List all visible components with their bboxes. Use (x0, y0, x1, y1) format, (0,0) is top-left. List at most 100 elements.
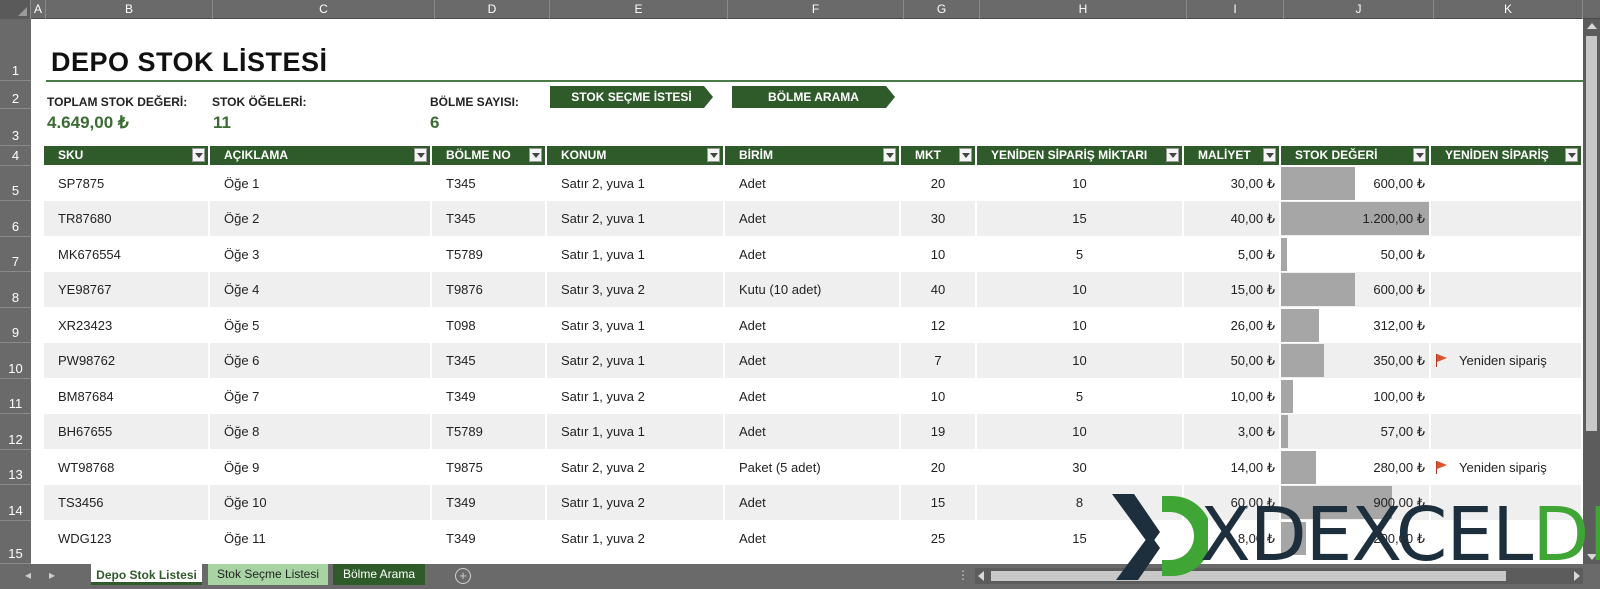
description-cell[interactable]: Öğe 6 (210, 343, 432, 378)
description-cell[interactable]: Öğe 7 (210, 379, 432, 414)
row-header[interactable]: 3 (0, 109, 31, 146)
unit-cell[interactable]: Paket (5 adet) (725, 450, 901, 485)
location-cell[interactable]: Satır 2, yuva 1 (547, 166, 725, 201)
bin-cell[interactable]: T349 (432, 485, 547, 520)
tab-split-handle-icon[interactable]: ⋮ (957, 568, 969, 582)
location-cell[interactable]: Satır 1, yuva 1 (547, 414, 725, 449)
tab-scroll-left-icon[interactable]: ◂ (25, 568, 31, 582)
bin-cell[interactable]: T5789 (432, 414, 547, 449)
reorder-flag-cell[interactable] (1431, 414, 1583, 449)
bin-cell[interactable]: T5789 (432, 237, 547, 272)
cost-cell[interactable]: 26,00 ₺ (1184, 308, 1281, 343)
row-header[interactable]: 13 (0, 450, 31, 485)
sku-cell[interactable]: WT98768 (44, 450, 210, 485)
quantity-cell[interactable]: 30 (901, 201, 977, 236)
reorder-qty-cell[interactable]: 10 (977, 166, 1184, 201)
cost-cell[interactable]: 50,00 ₺ (1184, 343, 1281, 378)
reorder-qty-cell[interactable]: 10 (977, 272, 1184, 307)
unit-cell[interactable]: Adet (725, 379, 901, 414)
table-row[interactable]: WT98768 Öğe 9 T9875 Satır 2, yuva 2 Paket (5… (44, 450, 1583, 485)
row-header[interactable]: 2 (0, 81, 31, 109)
reorder-flag-cell[interactable] (1431, 201, 1583, 236)
column-header-d[interactable]: D (435, 0, 550, 19)
sku-cell[interactable]: BH67655 (44, 414, 210, 449)
add-sheet-icon[interactable]: + (455, 568, 471, 584)
filter-dropdown-icon[interactable] (529, 148, 542, 162)
filter-dropdown-icon[interactable] (414, 148, 427, 162)
reorder-flag-cell[interactable]: Yeniden sipariş (1431, 343, 1583, 378)
row-header[interactable]: 10 (0, 343, 31, 379)
quantity-cell[interactable]: 10 (901, 237, 977, 272)
description-cell[interactable]: Öğe 9 (210, 450, 432, 485)
row-header[interactable]: 6 (0, 201, 31, 237)
location-cell[interactable]: Satır 1, yuva 2 (547, 521, 725, 556)
column-header-b[interactable]: B (46, 0, 213, 19)
tab-bolme-arama[interactable]: Bölme Arama (333, 564, 425, 585)
column-header-j[interactable]: J (1284, 0, 1434, 19)
location-cell[interactable]: Satır 1, yuva 1 (547, 237, 725, 272)
cost-cell[interactable]: 14,00 ₺ (1184, 450, 1281, 485)
location-cell[interactable]: Satır 2, yuva 1 (547, 343, 725, 378)
quantity-cell[interactable]: 12 (901, 308, 977, 343)
description-cell[interactable]: Öğe 2 (210, 201, 432, 236)
column-header-k[interactable]: K (1434, 0, 1583, 19)
unit-cell[interactable]: Adet (725, 414, 901, 449)
cost-cell[interactable]: 5,00 ₺ (1184, 237, 1281, 272)
reorder-qty-cell[interactable]: 10 (977, 414, 1184, 449)
description-cell[interactable]: Öğe 3 (210, 237, 432, 272)
unit-cell[interactable]: Adet (725, 521, 901, 556)
tab-stok-secme-listesi[interactable]: Stok Seçme Listesi (208, 564, 328, 585)
description-cell[interactable]: Öğe 4 (210, 272, 432, 307)
reorder-flag-cell[interactable] (1431, 272, 1583, 307)
quantity-cell[interactable]: 15 (901, 485, 977, 520)
stock-value-cell[interactable]: 280,00 ₺ (1281, 450, 1431, 485)
location-cell[interactable]: Satır 1, yuva 2 (547, 485, 725, 520)
quantity-cell[interactable]: 7 (901, 343, 977, 378)
unit-cell[interactable]: Adet (725, 237, 901, 272)
vertical-scroll-thumb[interactable] (1586, 36, 1597, 431)
row-header[interactable]: 11 (0, 379, 31, 414)
bin-cell[interactable]: T349 (432, 379, 547, 414)
sku-cell[interactable]: BM87684 (44, 379, 210, 414)
stock-value-cell[interactable]: 600,00 ₺ (1281, 272, 1431, 307)
pick-list-nav-button[interactable]: STOK SEÇME İSTESİ (550, 86, 713, 108)
unit-cell[interactable]: Adet (725, 166, 901, 201)
stock-value-cell[interactable]: 100,00 ₺ (1281, 379, 1431, 414)
scroll-left-icon[interactable] (978, 571, 984, 581)
row-header[interactable]: 14 (0, 485, 31, 521)
quantity-cell[interactable]: 25 (901, 521, 977, 556)
bin-cell[interactable]: T345 (432, 166, 547, 201)
cost-cell[interactable]: 15,00 ₺ (1184, 272, 1281, 307)
location-cell[interactable]: Satır 2, yuva 2 (547, 450, 725, 485)
reorder-flag-cell[interactable]: Yeniden sipariş (1431, 450, 1583, 485)
column-header-e[interactable]: E (550, 0, 728, 19)
sku-cell[interactable]: MK676554 (44, 237, 210, 272)
row-header[interactable]: 4 (0, 146, 31, 166)
stock-value-cell[interactable]: 1.200,00 ₺ (1281, 201, 1431, 236)
row-header[interactable]: 5 (0, 166, 31, 201)
row-header[interactable]: 1 (0, 19, 31, 81)
sku-cell[interactable]: TS3456 (44, 485, 210, 520)
stock-value-cell[interactable]: 350,00 ₺ (1281, 343, 1431, 378)
reorder-flag-cell[interactable] (1431, 166, 1583, 201)
reorder-qty-cell[interactable]: 30 (977, 450, 1184, 485)
worksheet-grid[interactable]: DEPO STOK LİSTESİ TOPLAM STOK DEĞERİ: 4.… (31, 19, 1583, 564)
filter-dropdown-icon[interactable] (1565, 148, 1578, 162)
filter-dropdown-icon[interactable] (1263, 148, 1276, 162)
location-cell[interactable]: Satır 2, yuva 1 (547, 201, 725, 236)
reorder-qty-cell[interactable]: 10 (977, 308, 1184, 343)
tab-depo-stok-listesi[interactable]: Depo Stok Listesi (91, 564, 202, 585)
table-row[interactable]: MK676554 Öğe 3 T5789 Satır 1, yuva 1 Adet 10 5… (44, 237, 1583, 272)
filter-dropdown-icon[interactable] (883, 148, 896, 162)
unit-cell[interactable]: Adet (725, 201, 901, 236)
table-row[interactable]: BH67655 Öğe 8 T5789 Satır 1, yuva 1 Adet 19 10… (44, 414, 1583, 449)
description-cell[interactable]: Öğe 10 (210, 485, 432, 520)
stock-value-cell[interactable]: 312,00 ₺ (1281, 308, 1431, 343)
column-header-c[interactable]: C (213, 0, 435, 19)
description-cell[interactable]: Öğe 1 (210, 166, 432, 201)
sku-cell[interactable]: SP7875 (44, 166, 210, 201)
reorder-qty-cell[interactable]: 5 (977, 237, 1184, 272)
table-row[interactable]: BM87684 Öğe 7 T349 Satır 1, yuva 2 Adet 10 5 10… (44, 379, 1583, 414)
reorder-qty-cell[interactable]: 10 (977, 343, 1184, 378)
bin-cell[interactable]: T345 (432, 343, 547, 378)
